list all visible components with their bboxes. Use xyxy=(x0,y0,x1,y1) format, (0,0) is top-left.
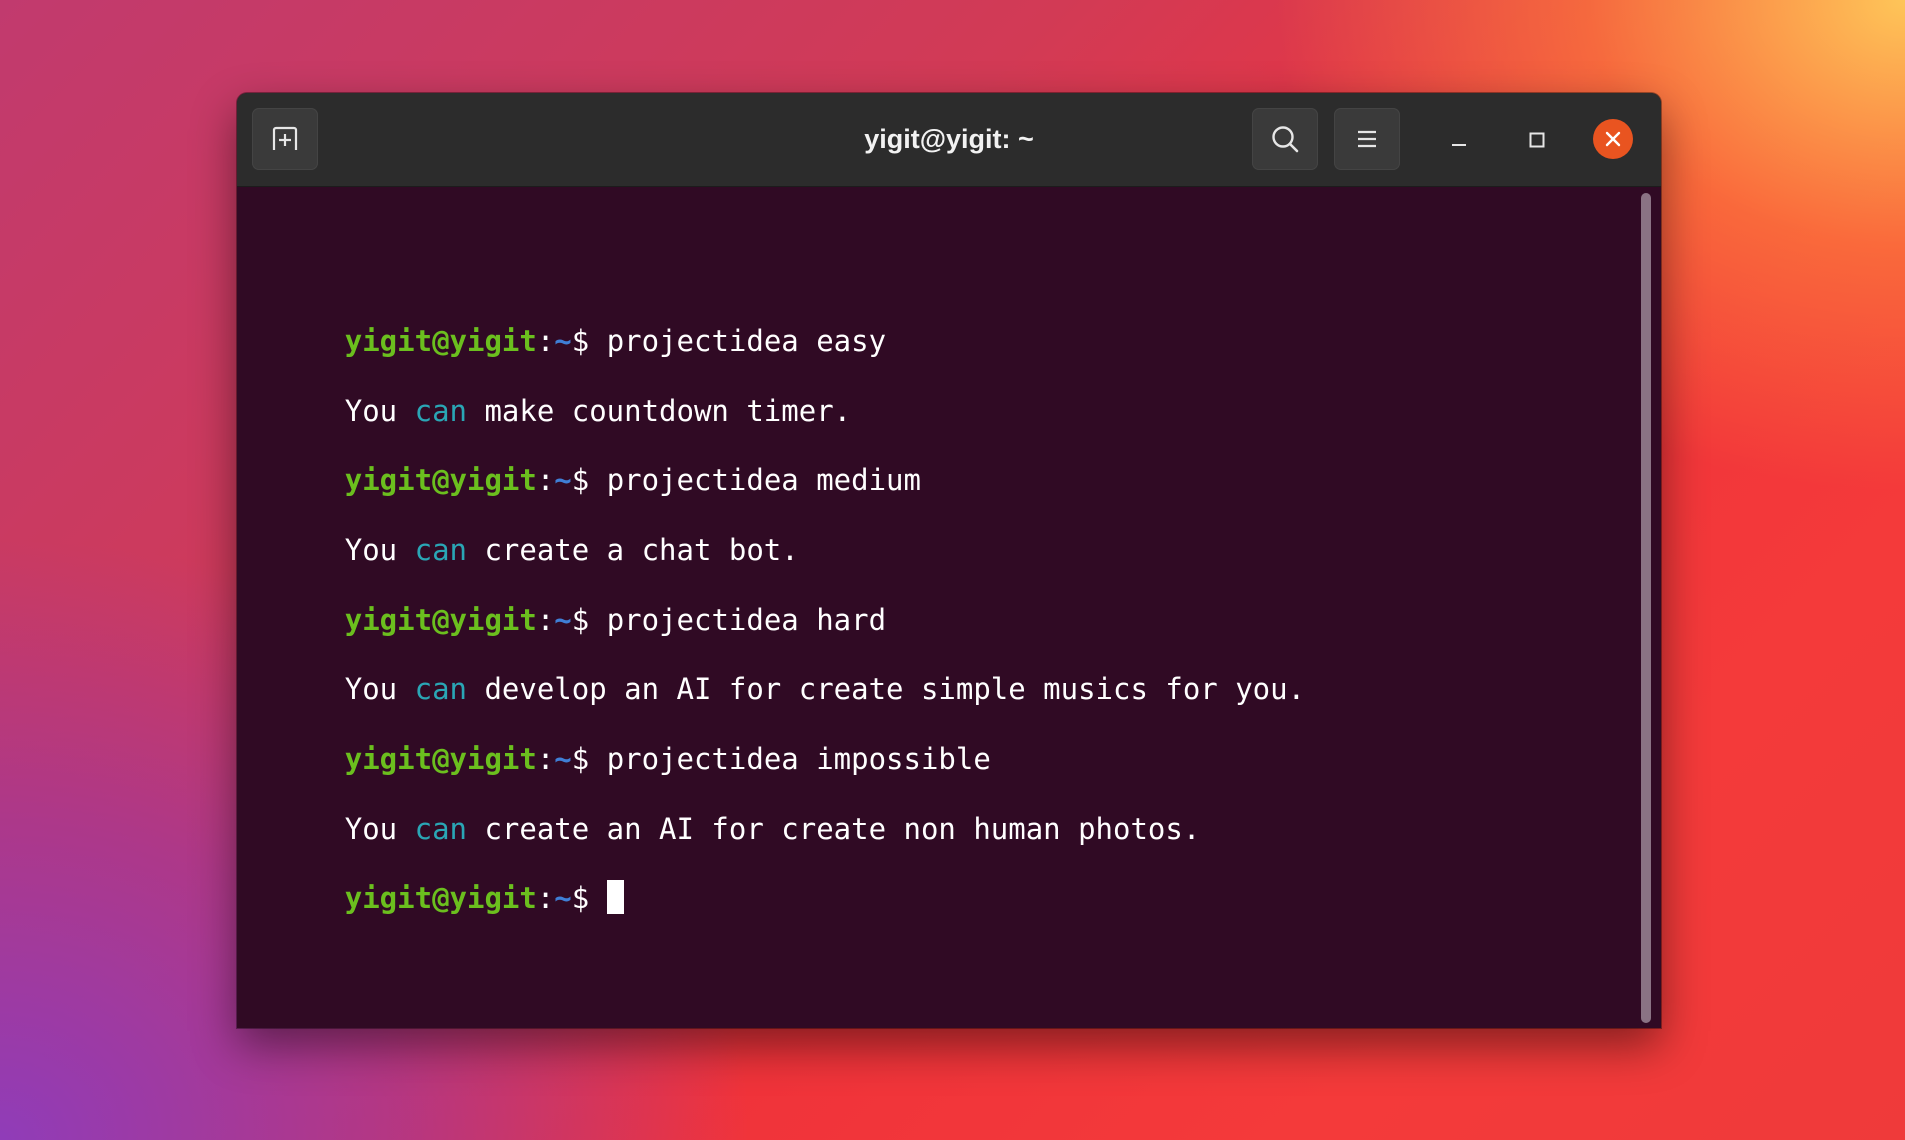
close-button[interactable] xyxy=(1593,119,1633,159)
hamburger-menu-icon xyxy=(1358,130,1376,148)
search-icon xyxy=(1272,126,1299,153)
close-icon xyxy=(1605,131,1621,147)
output-line: You can create an AI for create non huma… xyxy=(240,769,1201,846)
terminal-window: yigit@yigit: ~ yigit@yigit:~$ projectide… xyxy=(237,93,1661,1028)
menu-button[interactable] xyxy=(1334,108,1400,170)
command-line: yigit@yigit:~$ projectidea medium xyxy=(240,420,921,497)
output-line: You can create a chat bot. xyxy=(240,490,799,567)
maximize-icon xyxy=(1529,132,1545,148)
text-cursor xyxy=(606,880,624,914)
scrollbar-thumb[interactable] xyxy=(1641,193,1651,1023)
output-line: You can develop an AI for create simple … xyxy=(240,629,1305,706)
command-line: yigit@yigit:~$ projectidea easy xyxy=(240,281,886,358)
command-line: yigit@yigit:~$ projectidea impossible xyxy=(240,699,991,776)
maximize-button[interactable] xyxy=(1516,119,1558,161)
title-bar[interactable]: yigit@yigit: ~ xyxy=(237,93,1661,187)
prompt-colon: : xyxy=(536,881,555,915)
search-button[interactable] xyxy=(1252,108,1318,170)
minimize-button[interactable] xyxy=(1438,119,1480,161)
prompt-symbol: $ xyxy=(571,881,607,915)
command-line: yigit@yigit:~$ projectidea hard xyxy=(240,560,886,637)
vertical-scrollbar[interactable] xyxy=(1641,193,1651,1023)
prompt-user-host: yigit@yigit xyxy=(344,881,537,915)
active-prompt-line[interactable]: yigit@yigit:~$ xyxy=(240,838,624,915)
output-line: You can make countdown timer. xyxy=(240,351,851,428)
terminal-output[interactable]: yigit@yigit:~$ projectidea easy You can … xyxy=(240,187,1630,1027)
prompt-path: ~ xyxy=(554,881,572,915)
new-tab-icon xyxy=(272,126,298,150)
minimize-icon xyxy=(1452,144,1466,146)
new-tab-button[interactable] xyxy=(252,108,318,170)
